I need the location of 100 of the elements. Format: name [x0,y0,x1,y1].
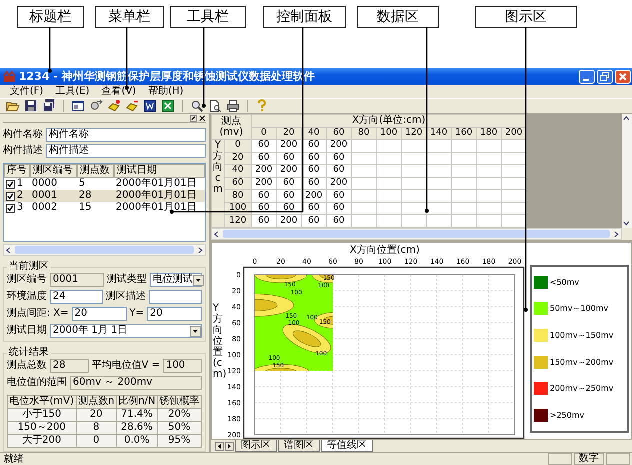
table-cell: 20% [158,408,202,422]
column-header[interactable]: 测试日期 [114,164,205,178]
table-cell: 60 [326,164,352,178]
list-cell-text: 2000年01月01日 [116,190,197,202]
minimize-button[interactable] [579,70,595,84]
floppy-disks-icon[interactable] [42,99,56,113]
legend-label: 150mv～200mv [550,356,614,368]
window-icon[interactable] [71,99,85,113]
input-field[interactable]: 0001 [50,273,104,287]
scrollbar[interactable] [622,114,632,228]
magnifier-icon[interactable] [190,99,204,113]
checkbox[interactable] [6,204,15,213]
menu-item[interactable]: 帮助(H) [142,85,190,98]
field-label: 测点总数 [7,360,47,372]
list-cell: 3 [17,202,24,214]
right-arrow-icon[interactable] [225,442,234,450]
column-header: 电位水平(mV) [8,396,76,408]
table-cell: 0 [76,434,117,448]
status-indicator: 数字 [574,453,604,465]
table-cell: 200 [276,140,302,152]
left-arrow-icon[interactable] [215,442,224,450]
field-label: 测试日期 [7,325,47,337]
table-cell: 60 [252,190,276,202]
input-field[interactable] [149,290,202,304]
column-header[interactable]: 测区编号 [30,164,77,178]
restore-button[interactable] [597,70,613,84]
checkbox[interactable] [6,180,15,189]
table-cell: 60 [252,140,276,152]
table-cell: 0.0% [116,434,158,448]
table-cell: 200 [252,164,276,178]
input-field[interactable]: 构件描述 [46,144,206,158]
list-row[interactable]: 1 0000 5 2000年01月01日 [4,178,205,190]
pin-icon[interactable] [190,115,197,122]
group-title: 当前测区 [8,261,50,273]
axis-title: X方向位置(cm) [350,245,420,256]
column-header[interactable]: 测点数 [77,164,114,178]
checkbox[interactable] [6,192,15,201]
scroll-thumb[interactable] [223,230,610,238]
gear-arrow-icon[interactable] [89,99,103,113]
gem-icon[interactable] [107,99,121,113]
callout-label: 标题栏 [17,6,84,28]
field-label: 构件名称 [3,129,43,142]
field-label: 电位值的范围 [7,377,67,389]
caret-icon[interactable] [190,326,201,336]
document-icon[interactable] [143,99,157,113]
scroll-thumb[interactable] [15,246,194,254]
callout-label: 控制面板 [263,6,346,28]
input-field[interactable]: 28 [50,359,89,373]
table-cell: 60 [302,164,326,178]
status-text: 就绪 [3,454,25,464]
spreadsheet-icon[interactable] [161,99,175,113]
legend-label: 50mv～100mv [550,303,609,314]
input-field[interactable]: 24 [50,290,103,304]
date-picker[interactable]: 2000年 1月 1日 [50,324,202,338]
sheet-tab[interactable]: 谱图区 [278,440,320,452]
table-cell: 8 [76,422,117,434]
table-cell: 60 [302,140,326,152]
list-cell: 1 [17,178,24,190]
table-cell: 200 [276,164,302,178]
sheet-tab[interactable]: 图示区 [235,440,277,452]
input-field[interactable]: 构件名称 [46,128,206,142]
list-row[interactable]: 3 0002 15 2000年01月01日 [4,202,205,214]
callout-label: 菜单栏 [95,6,164,28]
field-label: 平均电位值V = [92,360,160,372]
table-cell: 60 [276,152,302,165]
menu-item[interactable]: 文件(F) [4,85,50,98]
caret-icon[interactable] [193,274,204,286]
sheet-tab[interactable]: 等值线区 [321,440,373,452]
page-preview-icon[interactable] [208,99,222,113]
field-label: Y= [130,308,144,320]
column-header: 测点数n [76,396,117,408]
scrollbar[interactable] [3,244,206,256]
column-header: 测点(mv) [212,114,252,140]
table-cell: 28.6% [116,422,158,434]
printer-icon[interactable] [226,99,240,113]
input-field[interactable]: 20 [72,307,127,321]
group-title: 统计结果 [8,347,50,359]
table-cell: 60 [326,202,352,215]
input-field[interactable]: 100 [163,359,202,373]
gem-icon[interactable] [125,99,139,113]
table-cell: 20 [76,408,117,422]
column-header[interactable]: 序号 [4,164,30,178]
dropdown[interactable]: 电位测试 [150,273,202,287]
table-cell: 150～200 [8,422,76,434]
list-cell: 15 [79,202,92,214]
callout-label: 工具栏 [170,6,246,28]
close-icon[interactable] [199,115,206,122]
legend-label: >250mv [550,411,584,420]
legend-label: 200mv～250mv [550,383,614,394]
input-field[interactable]: 60mv ～ 200mv [70,376,202,390]
scrollbar[interactable] [211,228,622,240]
menu-item[interactable]: 工具(E) [50,85,96,98]
close-button[interactable] [615,70,631,84]
legend-label: 100mv～150mv [550,330,614,342]
table-cell: 200 [252,177,276,190]
leader-line [48,27,52,73]
list-cell: 2000年01月01日 [116,202,197,214]
input-field[interactable]: 20 [147,307,202,321]
list-row[interactable]: 2 0001 28 2000年01月01日 [4,190,205,202]
table-cell: 大于200 [8,434,76,448]
